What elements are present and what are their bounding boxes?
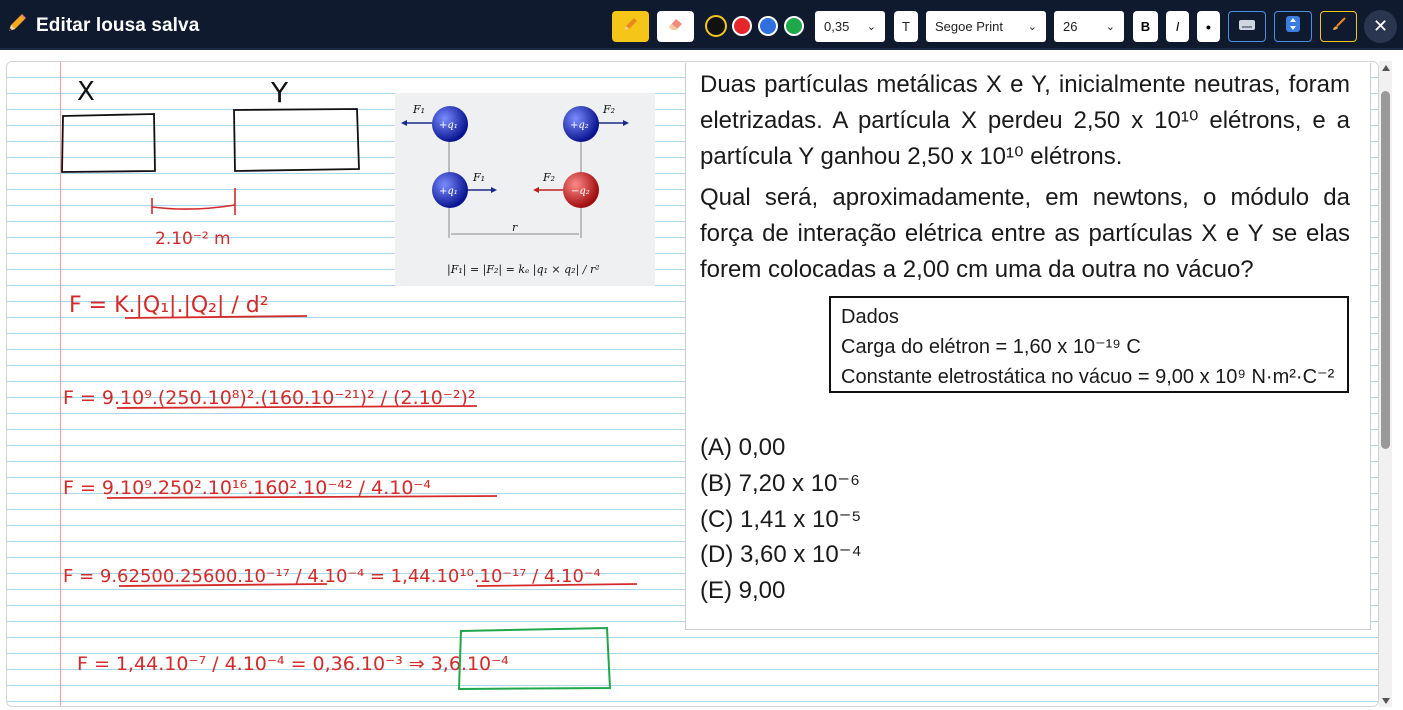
color-swatch-red[interactable] bbox=[732, 16, 752, 36]
text-tool-label: T bbox=[902, 19, 910, 34]
data-electron-charge: Carga do elétron = 1,60 x 10⁻¹⁹ C bbox=[841, 336, 1141, 358]
font-size-value: 26 bbox=[1063, 19, 1078, 34]
chevron-down-icon: ⌄ bbox=[1027, 21, 1037, 33]
figure-q1-bottom: +q₁ bbox=[439, 186, 458, 197]
color-swatch-green[interactable] bbox=[784, 16, 804, 36]
calc-line-5: F = 1,44.10⁻⁷ / 4.10⁻⁴ = 0,36.10⁻³ ⇒ 3,6… bbox=[77, 653, 509, 675]
thickness-value: 0,35 bbox=[824, 19, 850, 34]
font-select[interactable]: Segoe Print ⌄ bbox=[926, 11, 1046, 42]
calc-line-3: F = 9.10⁹.250².10¹⁶.160².10⁻⁴² / 4.10⁻⁴ bbox=[63, 477, 431, 499]
question-paragraph-2: Qual será, aproximadamente, em newtons, … bbox=[700, 184, 1350, 283]
pencil-icon bbox=[6, 12, 28, 39]
question-paragraph-1: Duas partículas metálicas X e Y, inicial… bbox=[700, 71, 1350, 170]
close-icon: ✕ bbox=[1372, 16, 1389, 36]
option-c: (C) 1,41 x 10⁻⁵ bbox=[700, 506, 862, 533]
vertical-scrollbar[interactable] bbox=[1379, 61, 1392, 707]
option-e: (E) 9,00 bbox=[700, 577, 786, 604]
option-a: (A) 0,00 bbox=[700, 434, 786, 461]
pencil-icon bbox=[623, 16, 639, 37]
text-tool-button[interactable]: T bbox=[894, 11, 918, 42]
figure-q1-top: +q₁ bbox=[439, 120, 458, 131]
italic-button[interactable]: I bbox=[1166, 11, 1189, 42]
scrollbar-thumb[interactable] bbox=[1381, 91, 1390, 449]
calculation-steps: F = K.|Q₁|.|Q₂| / d² F = 9.10⁹.(250.10⁸)… bbox=[63, 293, 601, 675]
calc-line-4: F = 9.62500.25600.10⁻¹⁷ / 4.10⁻⁴ = 1,44.… bbox=[63, 566, 601, 587]
bullet-label: • bbox=[1206, 18, 1211, 35]
keyboard-button[interactable] bbox=[1228, 11, 1266, 42]
fraction-bars bbox=[106, 315, 638, 587]
figure-f1-bottom: F₁ bbox=[472, 171, 485, 184]
particle-sketch bbox=[61, 108, 360, 173]
handwritten-y-label: Y bbox=[270, 76, 289, 109]
scroll-down-arrow-icon[interactable] bbox=[1382, 698, 1390, 704]
data-constant: Constante eletrostática no vácuo = 9,00 … bbox=[841, 366, 1335, 388]
handwritten-distance: 2.10⁻² m bbox=[155, 229, 231, 249]
close-button[interactable]: ✕ bbox=[1364, 10, 1397, 43]
whiteboard-canvas[interactable]: X Y 2.10⁻² m F = K.|Q₁|.|Q₂| / d² F = 9.… bbox=[6, 61, 1379, 707]
font-value: Segoe Print bbox=[935, 19, 1003, 34]
chevron-down-icon: ⌄ bbox=[1105, 21, 1115, 33]
bullet-button[interactable]: • bbox=[1197, 11, 1220, 42]
bold-button[interactable]: B bbox=[1133, 11, 1158, 42]
coulomb-diagram: +q₁ +q₂ +q₁ −q₂ F₁ F₂ F₁ F₂ r |F₁| = |F₂… bbox=[401, 103, 629, 277]
italic-label: I bbox=[1175, 19, 1180, 34]
chevron-down-icon: ⌄ bbox=[866, 21, 876, 33]
eraser-icon bbox=[667, 16, 685, 37]
title-area: Editar lousa salva bbox=[6, 12, 199, 39]
bold-label: B bbox=[1140, 19, 1151, 34]
figure-formula: |F₁| = |F₂| = kₑ |q₁ × q₂| / r² bbox=[447, 263, 600, 277]
figure-f2-top: F₂ bbox=[602, 103, 615, 116]
figure-neg-q2: −q₂ bbox=[571, 186, 590, 197]
calc-line-1: F = K.|Q₁|.|Q₂| / d² bbox=[69, 293, 269, 318]
figure-f1-top: F₁ bbox=[412, 103, 425, 116]
keyboard-icon bbox=[1238, 18, 1256, 36]
data-box: Dados Carga do elétron = 1,60 x 10⁻¹⁹ C … bbox=[829, 296, 1349, 393]
distance-mark bbox=[151, 188, 236, 215]
eraser-tool-button[interactable] bbox=[657, 11, 694, 42]
color-swatch-blue[interactable] bbox=[758, 16, 778, 36]
font-size-select[interactable]: 26 ⌄ bbox=[1054, 11, 1124, 42]
figure-r-label: r bbox=[512, 221, 518, 234]
fit-height-button[interactable] bbox=[1274, 11, 1312, 42]
brush-button[interactable] bbox=[1320, 11, 1357, 42]
thickness-select[interactable]: 0,35 ⌄ bbox=[815, 11, 885, 42]
figure-q2-top: +q₂ bbox=[570, 120, 589, 131]
pen-tool-button[interactable] bbox=[612, 11, 649, 42]
figure-f2-bottom: F₂ bbox=[542, 171, 555, 184]
scroll-up-arrow-icon[interactable] bbox=[1382, 65, 1390, 71]
option-d: (D) 3,60 x 10⁻⁴ bbox=[700, 541, 862, 568]
data-title: Dados bbox=[841, 306, 899, 328]
title-bar: Editar lousa salva 0,35 ⌄ T Segoe Print … bbox=[0, 0, 1403, 50]
question-panel: Duas partículas metálicas X e Y, inicial… bbox=[685, 63, 1371, 630]
color-swatch-black[interactable] bbox=[705, 15, 727, 37]
expand-vertical-icon bbox=[1286, 16, 1300, 37]
brush-icon bbox=[1331, 16, 1347, 37]
handwritten-x-label: X bbox=[77, 77, 95, 107]
option-b: (B) 7,20 x 10⁻⁶ bbox=[700, 470, 860, 497]
window-title: Editar lousa salva bbox=[36, 14, 200, 36]
coulomb-figure: +q₁ +q₂ +q₁ −q₂ F₁ F₂ F₁ F₂ r |F₁| = |F₂… bbox=[395, 93, 655, 286]
